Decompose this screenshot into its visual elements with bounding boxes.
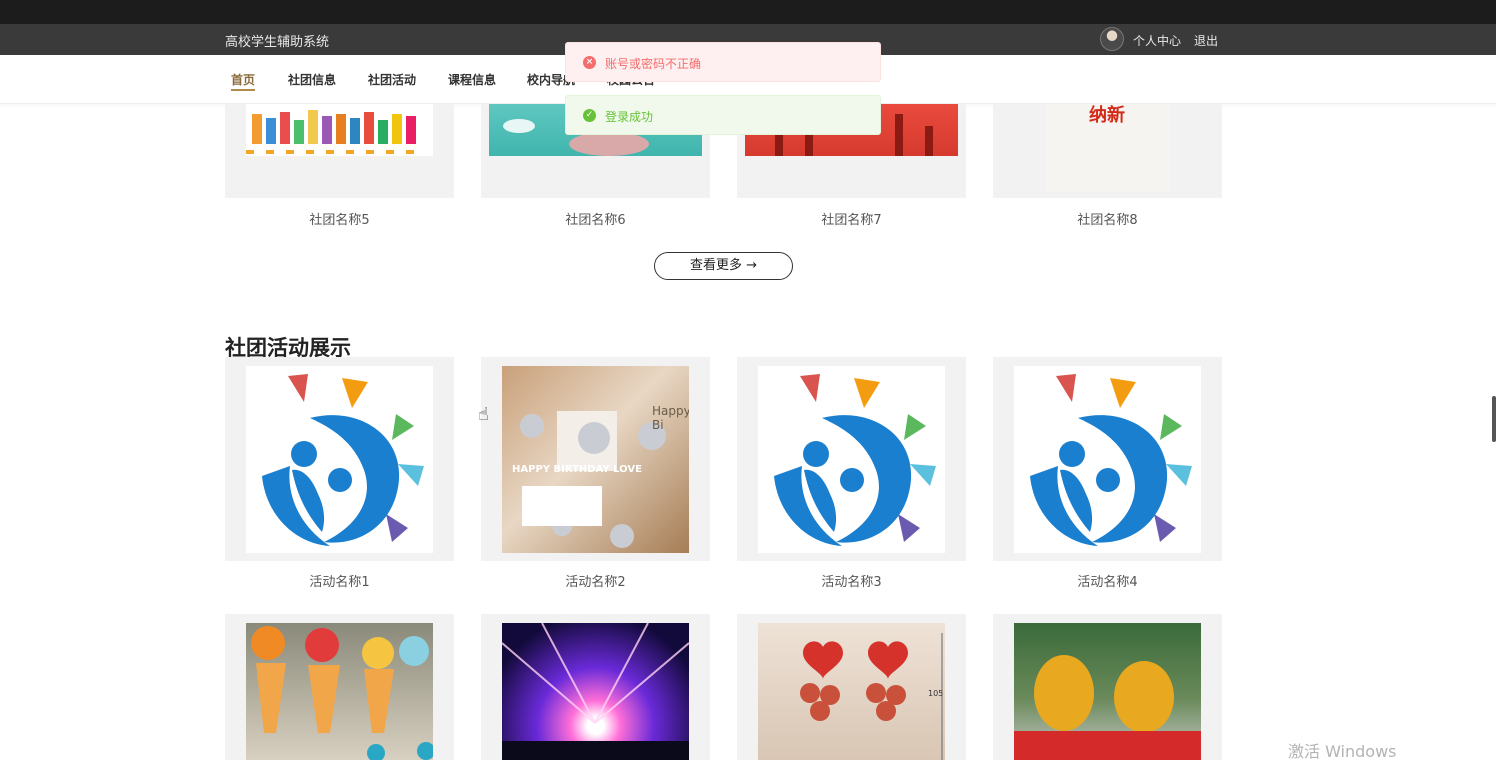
activity-card-6[interactable] <box>481 614 710 760</box>
nav-active-underline <box>231 89 255 91</box>
activity-card-2[interactable]: HAPPY BIRTHDAY LOVE Happy Bi <box>481 357 710 561</box>
club-image-8-text: 纳新 <box>1089 105 1125 126</box>
activity-caption-4[interactable]: 活动名称4 <box>993 571 1222 590</box>
activity-card-1[interactable] <box>225 357 454 561</box>
scrollbar-handle[interactable] <box>1492 396 1496 442</box>
nav-item-club-activities[interactable]: 社团活动 <box>368 71 416 88</box>
club-image-8: 纳新 <box>1045 104 1170 192</box>
room-banner-text: HAPPY BIRTHDAY LOVE <box>512 464 642 475</box>
success-toast-text: 登录成功 <box>605 110 654 124</box>
activity-card-7[interactable]: 105 <box>737 614 966 760</box>
user-center-link[interactable]: 个人中心 <box>1133 32 1181 49</box>
activity-card-8[interactable] <box>993 614 1222 760</box>
nav-item-course-info[interactable]: 课程信息 <box>448 71 496 88</box>
logo-icon <box>1030 374 1192 546</box>
nav-item-club-info[interactable]: 社团信息 <box>288 71 336 88</box>
club-caption-8[interactable]: 社团名称8 <box>993 209 1222 228</box>
activity-lion-image <box>1014 623 1201 760</box>
activity-logo-image <box>1014 366 1201 553</box>
activity-logo-image <box>246 366 433 553</box>
room-sign-text: Happy Bi <box>652 404 689 432</box>
error-toast-text: 账号或密码不正确 <box>605 57 702 71</box>
error-icon: × <box>583 56 596 69</box>
activity-logo-image <box>758 366 945 553</box>
club-caption-5[interactable]: 社团名称5 <box>225 209 454 228</box>
view-more-button[interactable]: 查看更多 → <box>654 252 793 280</box>
club-caption-6[interactable]: 社团名称6 <box>481 209 710 228</box>
club-caption-7[interactable]: 社团名称7 <box>737 209 966 228</box>
activity-caption-2[interactable]: 活动名称2 <box>481 571 710 590</box>
site-title: 高校学生辅助系统 <box>225 35 330 50</box>
activity-concert-image <box>502 623 689 760</box>
activity-caption-3[interactable]: 活动名称3 <box>737 571 966 590</box>
activity-card-5[interactable] <box>225 614 454 760</box>
club-card-8[interactable]: 纳新 <box>993 104 1222 198</box>
club-card-5[interactable] <box>225 104 454 198</box>
error-toast: × 账号或密码不正确 <box>565 42 881 82</box>
logout-link[interactable]: 退出 <box>1194 32 1218 49</box>
check-icon: ✓ <box>583 109 596 122</box>
hand-cursor-icon: ☝ <box>478 404 489 425</box>
club-image-5 <box>246 104 433 156</box>
balloon-size-label: 105 <box>928 689 944 698</box>
screen-top-bar <box>0 0 1496 24</box>
activity-balloon-image <box>246 623 433 760</box>
activity-card-4[interactable] <box>993 357 1222 561</box>
activity-heart-balloon-image: 105 <box>758 623 945 760</box>
success-toast: ✓ 登录成功 <box>565 95 881 135</box>
logo-icon <box>262 374 424 546</box>
activity-caption-1[interactable]: 活动名称1 <box>225 571 454 590</box>
nav-item-home[interactable]: 首页 <box>231 71 255 88</box>
activity-room-image: HAPPY BIRTHDAY LOVE Happy Bi <box>502 366 689 553</box>
activity-card-3[interactable] <box>737 357 966 561</box>
windows-activation-watermark: 激活 Windows <box>1288 742 1397 761</box>
logo-icon <box>774 374 936 546</box>
user-avatar[interactable] <box>1100 27 1124 51</box>
